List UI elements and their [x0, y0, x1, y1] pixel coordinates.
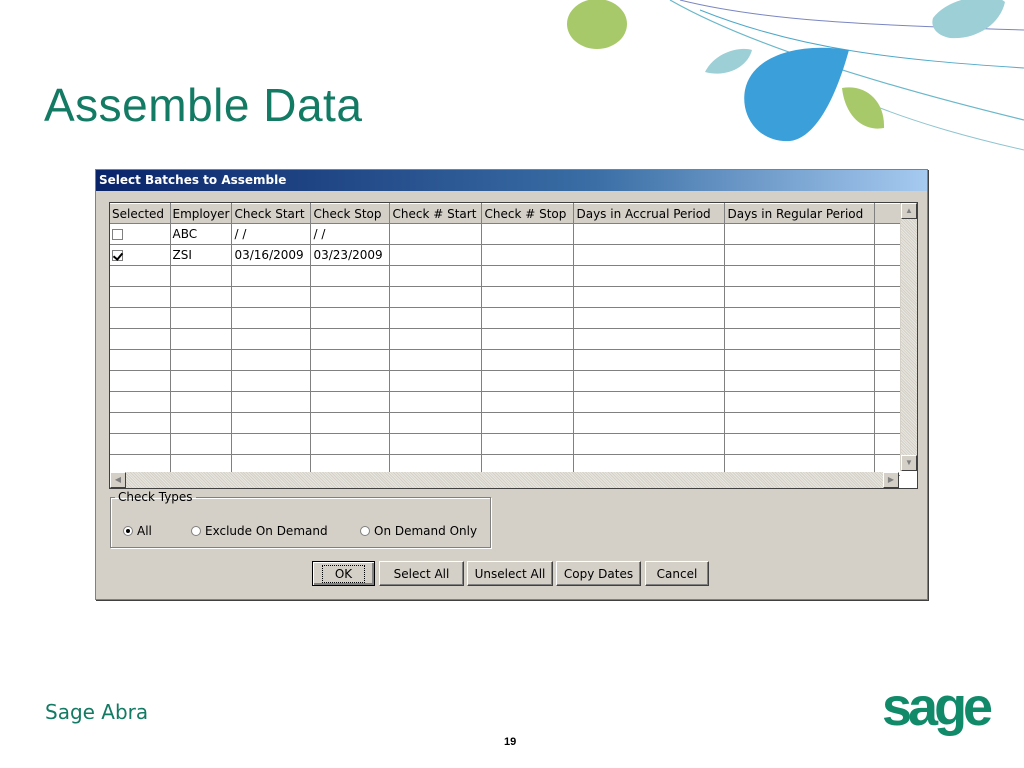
check-num-stop-cell[interactable]: [481, 244, 575, 266]
selected-cell[interactable]: [110, 223, 171, 245]
radio-all[interactable]: All: [123, 524, 152, 538]
select-batches-dialog: Select Batches to Assemble Selected Empl…: [95, 169, 928, 600]
cancel-button[interactable]: Cancel: [645, 561, 709, 586]
horizontal-scrollbar[interactable]: ◀ ▶: [110, 472, 899, 488]
column-header-extra: [874, 203, 903, 224]
row-checkbox[interactable]: [112, 250, 123, 261]
scroll-up-arrow-icon[interactable]: ▲: [901, 203, 917, 219]
select-all-button-label: Select All: [393, 566, 450, 581]
column-header-selected[interactable]: Selected: [110, 203, 171, 224]
employer-cell[interactable]: ZSI: [170, 244, 233, 266]
column-header-check-num-stop[interactable]: Check # Stop: [481, 203, 575, 224]
extra-cell: [874, 223, 903, 245]
column-header-accrual-days[interactable]: Days in Accrual Period: [573, 203, 726, 224]
empty-table-row[interactable]: [110, 307, 903, 329]
cancel-button-label: Cancel: [656, 566, 698, 581]
scroll-left-arrow-icon[interactable]: ◀: [110, 472, 126, 488]
check-num-start-cell[interactable]: [389, 223, 483, 245]
employer-cell[interactable]: ABC: [170, 223, 233, 245]
dialog-title: Select Batches to Assemble: [96, 170, 927, 191]
radio-label: All: [137, 524, 152, 538]
extra-cell: [874, 244, 903, 266]
column-header-check-start[interactable]: Check Start: [231, 203, 312, 224]
empty-table-row[interactable]: [110, 391, 903, 413]
ok-button-label: OK: [321, 564, 366, 583]
empty-table-row[interactable]: [110, 286, 903, 308]
unselect-all-button[interactable]: Unselect All: [467, 561, 553, 586]
empty-table-row[interactable]: [110, 328, 903, 350]
check-start-cell[interactable]: / /: [231, 223, 312, 245]
batches-grid[interactable]: Selected Employer Check Start Check Stop…: [109, 202, 918, 489]
scrollbar-corner: [900, 471, 917, 488]
radio-exclude-on-demand[interactable]: Exclude On Demand: [191, 524, 328, 538]
table-row[interactable]: ZSI 03/16/2009 03/23/2009: [110, 244, 903, 266]
vertical-scrollbar[interactable]: ▲ ▼: [900, 203, 917, 471]
accrual-days-cell[interactable]: [573, 223, 726, 245]
sage-logo: sage: [882, 677, 993, 737]
regular-days-cell[interactable]: [724, 244, 876, 266]
copy-dates-button[interactable]: Copy Dates: [556, 561, 641, 586]
copy-dates-button-label: Copy Dates: [563, 566, 634, 581]
scroll-right-arrow-icon[interactable]: ▶: [883, 472, 899, 488]
column-header-regular-days[interactable]: Days in Regular Period: [724, 203, 876, 224]
radio-label: On Demand Only: [374, 524, 478, 538]
check-num-start-cell[interactable]: [389, 244, 483, 266]
check-stop-cell[interactable]: 03/23/2009: [310, 244, 391, 266]
radio-on-demand-only[interactable]: On Demand Only: [360, 524, 477, 538]
selected-cell[interactable]: [110, 244, 171, 266]
empty-table-row[interactable]: [110, 433, 903, 455]
regular-days-cell[interactable]: [724, 223, 876, 245]
empty-table-row[interactable]: [110, 265, 903, 287]
empty-table-row[interactable]: [110, 412, 903, 434]
column-header-employer[interactable]: Employer: [170, 203, 233, 224]
radio-button-icon[interactable]: [191, 526, 201, 536]
radio-label: Exclude On Demand: [205, 524, 328, 538]
accrual-days-cell[interactable]: [573, 244, 726, 266]
radio-button-icon[interactable]: [123, 526, 133, 536]
radio-button-icon[interactable]: [360, 526, 370, 536]
brand-name: Sage Abra: [45, 700, 149, 724]
page-number: 19: [504, 736, 517, 748]
scroll-down-arrow-icon[interactable]: ▼: [901, 455, 917, 471]
check-stop-cell[interactable]: / /: [310, 223, 391, 245]
check-start-cell[interactable]: 03/16/2009: [231, 244, 312, 266]
ok-button[interactable]: OK: [312, 561, 375, 586]
row-checkbox[interactable]: [112, 229, 123, 240]
unselect-all-button-label: Unselect All: [474, 566, 546, 581]
select-all-button[interactable]: Select All: [379, 561, 464, 586]
slide-title: Assemble Data: [44, 79, 363, 131]
column-header-check-stop[interactable]: Check Stop: [310, 203, 391, 224]
check-types-group: Check Types All Exclude On Demand On Dem…: [110, 490, 491, 548]
batches-table: Selected Employer Check Start Check Stop…: [110, 203, 903, 476]
check-types-legend: Check Types: [118, 490, 193, 504]
check-num-stop-cell[interactable]: [481, 223, 575, 245]
table-row[interactable]: ABC / / / /: [110, 223, 903, 245]
column-header-check-num-start[interactable]: Check # Start: [389, 203, 483, 224]
empty-table-row[interactable]: [110, 349, 903, 371]
empty-table-row[interactable]: [110, 370, 903, 392]
table-header-row: Selected Employer Check Start Check Stop…: [110, 203, 903, 224]
